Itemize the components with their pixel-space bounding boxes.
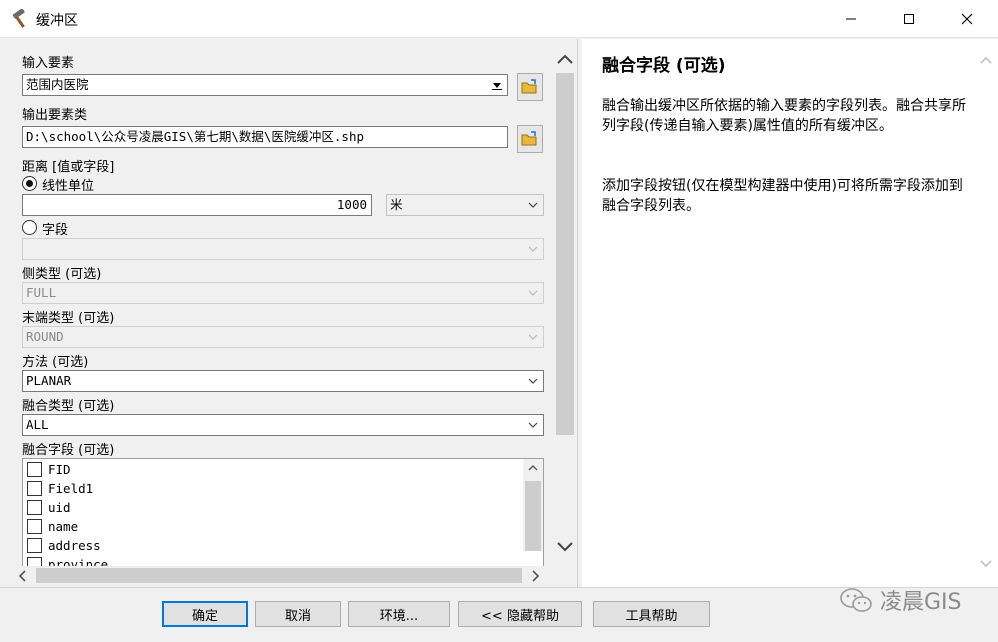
dissolve-type-select[interactable]: ALL (22, 414, 544, 436)
scroll-up-icon[interactable] (979, 55, 993, 65)
scroll-down-icon[interactable] (556, 541, 574, 553)
scroll-down-icon[interactable] (979, 559, 993, 569)
watermark-text: 凌晨GIS (880, 590, 962, 615)
checkbox[interactable] (27, 480, 42, 496)
checkbox[interactable] (27, 461, 42, 477)
distance-label: 距离 [值或字段] (22, 160, 115, 175)
dropdown-arrow-icon[interactable] (491, 80, 503, 90)
side-type-select[interactable]: FULL (22, 282, 544, 304)
checkbox[interactable] (27, 499, 42, 515)
chevron-down-icon (528, 290, 538, 296)
field-label: 字段 (42, 223, 69, 238)
cancel-button[interactable]: 取消 (255, 601, 341, 627)
help-paragraph: 添加字段按钮(仅在模型构建器中使用)可将所需字段添加到融合字段列表。 (602, 178, 963, 214)
close-icon (961, 13, 973, 25)
hide-help-button[interactable]: << 隐藏帮助 (458, 601, 582, 627)
dissolve-fields-list[interactable]: FID Field1 uid name address province (22, 458, 544, 568)
input-features-value: 范围内医院 (26, 77, 89, 92)
linear-unit-radio[interactable] (22, 176, 37, 191)
chevron-down-icon (528, 202, 538, 208)
list-scrollbar[interactable] (523, 459, 543, 551)
dissolve-fields-label: 融合字段 (可选) (22, 443, 115, 458)
scroll-up-icon[interactable] (556, 53, 574, 65)
help-title: 融合字段 (可选) (602, 56, 726, 76)
chevron-down-icon (528, 422, 538, 428)
input-features-combobox[interactable]: 范围内医院 (22, 74, 508, 96)
dissolve-type-value: ALL (26, 417, 49, 432)
list-item-label: uid (48, 499, 71, 515)
unit-value: 米 (390, 197, 403, 212)
list-item-label: name (48, 518, 79, 534)
list-item[interactable]: Field1 (27, 479, 93, 497)
help-panel: 融合字段 (可选) 融合输出缓冲区所依据的输入要素的字段列表。融合共享所列字段(… (582, 39, 998, 587)
method-select[interactable]: PLANAR (22, 370, 544, 392)
form-scrollbar[interactable] (553, 47, 577, 567)
output-class-field[interactable]: D:\school\公众号凌晨GIS\第七期\数据\医院缓冲区.shp (22, 126, 508, 148)
output-class-label: 输出要素类 (22, 108, 88, 123)
distance-value-field[interactable]: 1000 (22, 194, 372, 216)
side-type-value: FULL (26, 285, 57, 300)
hammer-icon (12, 9, 25, 28)
end-type-value: ROUND (26, 329, 64, 344)
watermark: 凌晨GIS (838, 584, 962, 616)
list-item-label: FID (48, 461, 71, 477)
ok-button[interactable]: 确定 (162, 601, 248, 627)
method-label: 方法 (可选) (22, 355, 89, 370)
scroll-right-icon[interactable] (529, 570, 541, 582)
title-bar: 缓冲区 (0, 0, 998, 38)
open-folder-icon (521, 131, 537, 146)
parameters-panel: 输入要素 范围内医院 输出要素类 D:\school\公众号凌晨GIS\第七期\… (0, 39, 578, 587)
scroll-left-icon[interactable] (17, 570, 29, 582)
help-scrollbar[interactable] (974, 39, 998, 587)
list-item-label: address (48, 537, 101, 553)
window-title: 缓冲区 (36, 13, 78, 29)
end-type-label: 末端类型 (可选) (22, 311, 115, 326)
chevron-down-icon (528, 378, 538, 384)
distance-value: 1000 (336, 197, 367, 212)
chevron-down-icon (528, 246, 538, 252)
list-scroll-thumb[interactable] (525, 481, 541, 551)
linear-unit-label: 线性单位 (42, 179, 95, 194)
wechat-icon (840, 588, 872, 612)
scroll-up-icon[interactable] (527, 463, 539, 473)
list-item[interactable]: address (27, 536, 101, 554)
minimize-icon (846, 18, 856, 20)
horizontal-scroll-thumb[interactable] (36, 568, 522, 583)
maximize-icon (904, 14, 914, 24)
output-class-value: D:\school\公众号凌晨GIS\第七期\数据\医院缓冲区.shp (26, 129, 365, 144)
chevron-down-icon (528, 334, 538, 340)
close-button[interactable] (938, 0, 996, 38)
tool-help-button[interactable]: 工具帮助 (593, 601, 710, 627)
maximize-button[interactable] (880, 0, 938, 38)
unit-select[interactable]: 米 (386, 194, 544, 216)
side-type-label: 侧类型 (可选) (22, 267, 102, 282)
field-radio[interactable] (22, 220, 37, 235)
method-value: PLANAR (26, 373, 72, 388)
horizontal-scrollbar[interactable] (14, 566, 544, 585)
open-folder-icon (521, 79, 537, 94)
browse-output-button[interactable] (517, 125, 543, 153)
checkbox[interactable] (27, 537, 42, 553)
list-item[interactable]: FID (27, 460, 71, 478)
help-paragraph: 融合输出缓冲区所依据的输入要素的字段列表。融合共享所列字段(传递自输入要素)属性… (602, 98, 966, 134)
distance-field-select[interactable] (22, 238, 544, 260)
end-type-select[interactable]: ROUND (22, 326, 544, 348)
list-item[interactable]: uid (27, 498, 71, 516)
form-scroll-thumb[interactable] (556, 73, 574, 435)
browse-input-button[interactable] (517, 73, 543, 101)
environments-button[interactable]: 环境... (348, 601, 450, 627)
minimize-button[interactable] (822, 0, 880, 38)
list-item-label: Field1 (48, 480, 94, 496)
dissolve-type-label: 融合类型 (可选) (22, 399, 115, 414)
list-item[interactable]: name (27, 517, 78, 535)
checkbox[interactable] (27, 518, 42, 534)
input-features-label: 输入要素 (22, 56, 75, 71)
